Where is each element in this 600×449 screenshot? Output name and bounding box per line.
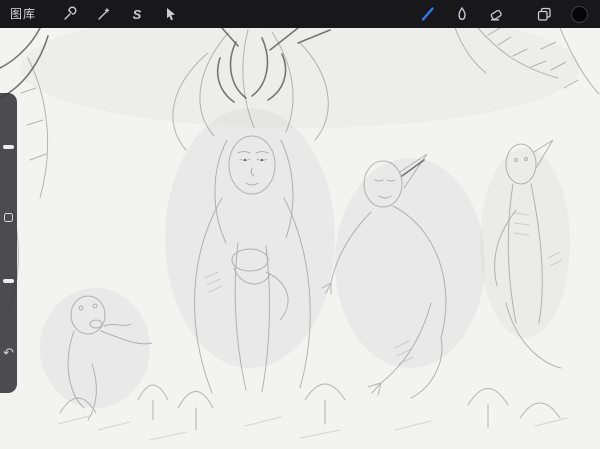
left-tool-group: S — [52, 0, 188, 28]
cursor-arrow-icon — [163, 6, 179, 22]
smudge-tool-button[interactable] — [445, 0, 479, 28]
brush-size-handle[interactable] — [3, 145, 14, 149]
opacity-handle[interactable] — [3, 279, 14, 283]
paint-brush-icon — [419, 5, 437, 23]
color-swatch[interactable] — [571, 6, 588, 23]
sidebar-tool-column: ↶ — [0, 93, 17, 393]
selection-s-icon: S — [133, 7, 142, 22]
undo-arrow-icon: ↶ — [3, 345, 14, 360]
magic-wand-icon — [95, 6, 111, 22]
eraser-icon — [488, 6, 504, 22]
paint-tool-button[interactable] — [411, 0, 445, 28]
procreate-window: { "app": { "title": "Procreate canvas vi… — [0, 0, 600, 449]
right-tool-group — [411, 0, 590, 28]
modify-button[interactable] — [4, 213, 13, 222]
eraser-tool-button[interactable] — [479, 0, 513, 28]
actions-button[interactable] — [52, 0, 86, 28]
layers-icon — [536, 6, 552, 22]
undo-button[interactable]: ↶ — [0, 345, 17, 363]
transform-button[interactable] — [154, 0, 188, 28]
brush-size-slider[interactable] — [0, 93, 17, 203]
layers-button[interactable] — [527, 0, 561, 28]
adjustments-button[interactable] — [86, 0, 120, 28]
artwork-sketch — [0, 28, 600, 449]
selection-button[interactable]: S — [120, 0, 154, 28]
opacity-slider[interactable] — [0, 233, 17, 343]
canvas-surface[interactable] — [0, 28, 600, 449]
wrench-icon — [61, 6, 77, 22]
smudge-icon — [454, 6, 470, 22]
gallery-button[interactable]: 图库 — [10, 0, 36, 28]
top-toolbar: 图库 S — [0, 0, 600, 28]
